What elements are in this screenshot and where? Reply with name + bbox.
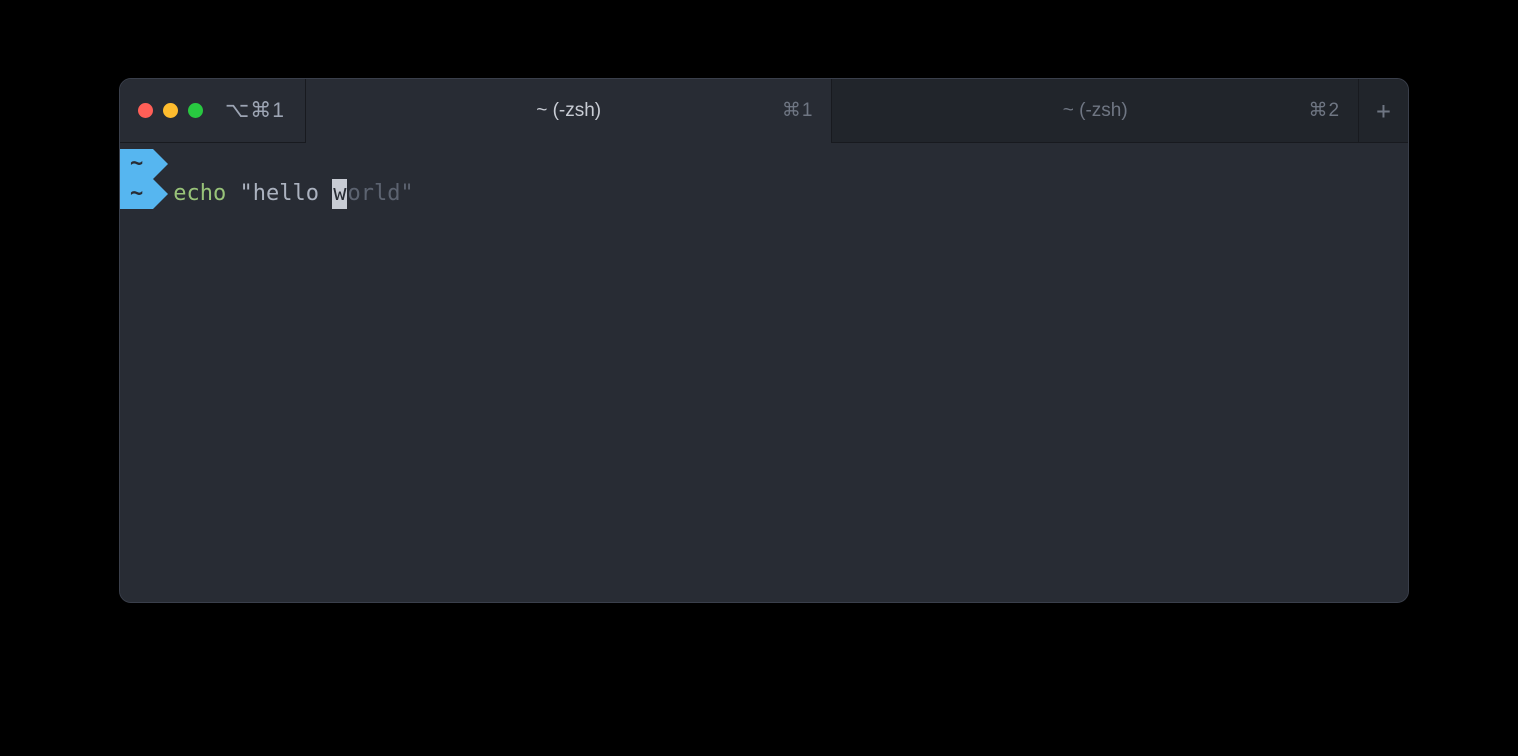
terminal-content[interactable]: ~ ~ echo "hello world": [120, 143, 1408, 602]
traffic-lights: [138, 103, 203, 118]
prompt-line-command: ~ echo "hello world": [120, 179, 1408, 209]
plus-icon: +: [1376, 97, 1390, 125]
prompt-badge: ~: [120, 149, 153, 179]
prompt-path: ~: [130, 149, 143, 179]
tab-shortcut: ⌘1: [782, 99, 814, 122]
tab-2[interactable]: ~ (-zsh) ⌘2: [831, 79, 1358, 143]
tab-title: ~ (-zsh): [1063, 100, 1128, 122]
prompt-line-blank: ~: [120, 149, 1408, 179]
command-autosuggest: orld": [347, 179, 413, 209]
titlebar: ⌥⌘1 ~ (-zsh) ⌘1 ~ (-zsh) ⌘2 +: [120, 79, 1408, 143]
new-tab-button[interactable]: +: [1358, 79, 1408, 143]
titlebar-left: ⌥⌘1: [120, 79, 306, 143]
tab-bar: ~ (-zsh) ⌘1 ~ (-zsh) ⌘2 +: [306, 79, 1408, 143]
close-button[interactable]: [138, 103, 153, 118]
prompt-path: ~: [130, 179, 143, 209]
tab-title: ~ (-zsh): [536, 100, 601, 122]
tab-shortcut: ⌘2: [1308, 99, 1340, 122]
zoom-button[interactable]: [188, 103, 203, 118]
command-arg-typed: "hello: [226, 179, 332, 209]
cursor: w: [332, 179, 347, 209]
command-name: echo: [173, 179, 226, 209]
tab-1[interactable]: ~ (-zsh) ⌘1: [306, 79, 832, 143]
minimize-button[interactable]: [163, 103, 178, 118]
window-shortcut-label: ⌥⌘1: [225, 98, 285, 123]
terminal-window: ⌥⌘1 ~ (-zsh) ⌘1 ~ (-zsh) ⌘2 + ~ ~: [119, 78, 1409, 603]
prompt-badge: ~: [120, 179, 153, 209]
